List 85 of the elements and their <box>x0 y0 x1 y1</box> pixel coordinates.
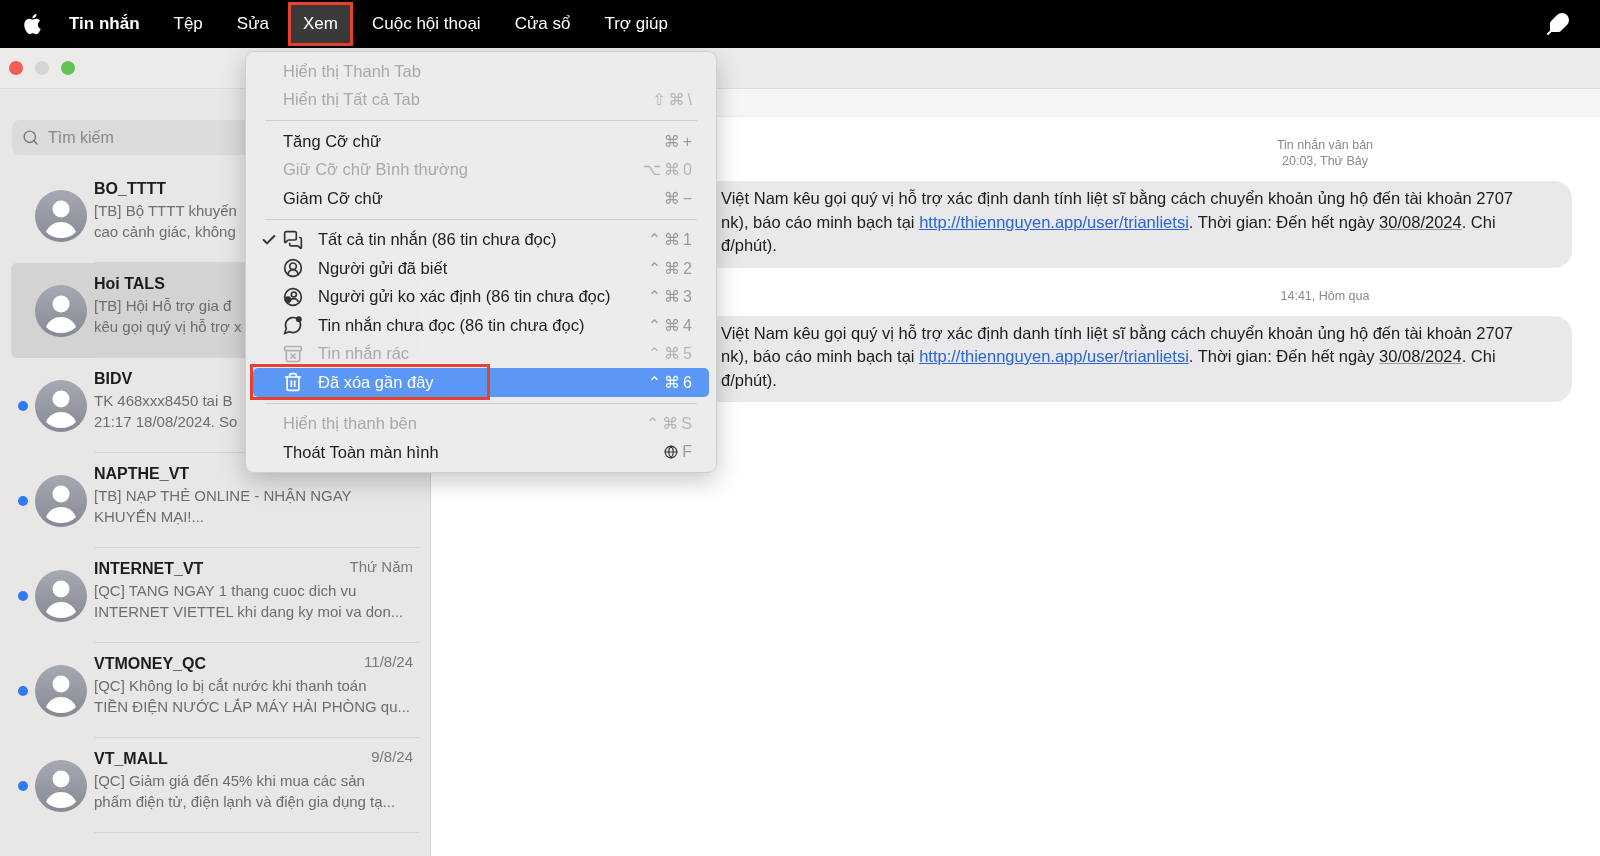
avatar-icon <box>35 284 87 337</box>
sender-name: NAPTHE_VT <box>94 464 190 484</box>
menu-item-label: Giảm Cỡ chữ <box>283 188 384 208</box>
url-link[interactable]: http://thiennguyen.app/user/trianlietsi <box>919 347 1189 365</box>
url-link[interactable]: http://thiennguyen.app/user/trianlietsi <box>919 212 1189 231</box>
menu-item-label: Thoát Toàn màn hình <box>283 442 440 462</box>
trash-icon <box>283 372 303 393</box>
avatar-icon <box>35 379 87 432</box>
keyboard-shortcut: ⌃⌘1 <box>647 230 695 250</box>
menu-bar-item[interactable]: Trợ giúp <box>589 2 683 46</box>
menu-item[interactable]: Giảm Cỡ chữ ⌘− <box>253 184 709 213</box>
conversation-item[interactable]: INTERNET_VT Thứ Năm [QC] TANG NGAY 1 thang cuoc dich vu INTERNET VIETTEL khi dang ky moi va don... <box>11 548 419 643</box>
menu-item[interactable]: Tất cả tin nhắn (86 tin chưa đọc) ⌃⌘1 <box>253 225 709 254</box>
avatar-icon <box>35 569 87 622</box>
message-preview: [QC] Không lo bị cắt nước khi thanh toán <box>94 676 367 696</box>
timestamp: 14:41, Hôm qua <box>1280 287 1370 304</box>
user-question-icon <box>283 286 303 307</box>
menu-bar-item[interactable]: Tệp <box>158 2 218 46</box>
menu-item-label: Hiển thị Tất cả Tab <box>283 90 421 110</box>
timestamp: Tin nhắn văn bản <box>1276 137 1374 153</box>
message-preview: kêu gọi quý vị hỗ trợ x <box>94 317 242 337</box>
message-preview: [QC] TANG NGAY 1 thang cuoc dich vu <box>94 581 357 601</box>
message-date: 9/8/24 <box>371 748 413 765</box>
message-text: đ/phút). <box>721 369 778 391</box>
message-preview: INTERNET VIETTEL khi dang ky moi va don... <box>94 602 404 622</box>
menu-item-label: Đã xóa gần đây <box>318 372 435 392</box>
menu-bar-item[interactable]: Tin nhắn <box>54 2 155 46</box>
sender-name: VTMONEY_QC <box>94 654 206 674</box>
message-preview: [TB] NẠP THẺ ONLINE - NHẬN NGAY <box>94 486 352 506</box>
message-preview: cao cảnh giác, không <box>94 222 236 242</box>
sender-name: BO_TTTT <box>94 179 166 199</box>
keyboard-shortcut: ⌃⌘3 <box>647 287 695 307</box>
message-date: Thứ Năm <box>349 558 413 575</box>
date-link[interactable]: 30/08/2024 <box>1379 212 1462 231</box>
message-preview: TIỀN ĐIỆN NƯỚC LẮP MÁY HẢI PHÒNG qu... <box>94 697 411 717</box>
sender-name: BIDV <box>94 369 133 389</box>
message-preview: TK 468xxx8450 tai B <box>94 391 233 411</box>
message-text: nk), báo cáo minh bạch tại http://thiennguyen.app/user/trianlietsi. Thời gian: Đến hết ngày 30/08/2024. Chi <box>721 211 1497 233</box>
sender-name: INTERNET_VT <box>94 559 204 579</box>
zoom-button[interactable] <box>61 61 75 75</box>
keyboard-shortcut: ⌃⌘2 <box>647 258 695 278</box>
message-preview: 21:17 18/08/2024. So <box>94 412 238 432</box>
avatar-icon <box>35 759 87 812</box>
chat-bubbles-icon <box>283 229 303 250</box>
keyboard-shortcut: ⇧⌘\ <box>652 90 695 110</box>
message-preview: [TB] Bộ TTTT khuyến <box>94 201 237 221</box>
menu-item-label: Tăng Cỡ chữ <box>283 131 382 151</box>
sender-name: Hoi TALS <box>94 274 165 294</box>
conversation-item[interactable]: VTMONEY_QC 11/8/24 [QC] Không lo bị cắt nước khi thanh toán TIỀN ĐIỆN NƯỚC LẮP MÁY HẢI PHÒNG qu... <box>11 643 419 738</box>
feather-icon[interactable] <box>1546 12 1570 36</box>
apple-logo-icon[interactable] <box>22 13 42 35</box>
keyboard-shortcut: ⌃⌘4 <box>647 315 695 335</box>
search-icon <box>22 129 39 146</box>
keyboard-shortcut: ⌃⌘6 <box>647 372 695 392</box>
menu-item-label: Hiển thị Thanh Tab <box>283 61 422 81</box>
message-preview: [QC] Giảm giá đến 45% khi mua các sản <box>94 771 365 791</box>
message-date: 11/8/24 <box>364 653 413 670</box>
message-text: nk), báo cáo minh bạch tại http://thiennguyen.app/user/trianlietsi. Thời gian: Đến hết ngày 30/08/2024. Chi <box>721 346 1497 367</box>
message-text: Việt Nam kêu gọi quý vị hỗ trợ xác định danh tính liệt sĩ bằng cách chuyển khoản ủng hộ đến tài khoản 2707 <box>721 188 1515 209</box>
message-preview: [TB] Hội Hỗ trợ gia đ <box>94 296 232 316</box>
keyboard-shortcut: ⌘− <box>663 188 695 208</box>
message-text: đ/phút). <box>721 235 778 256</box>
timestamp: 20:03, Thứ Bảy <box>1282 153 1368 169</box>
avatar-icon <box>35 664 87 717</box>
menu-bar-item[interactable]: Cửa sổ <box>499 2 586 46</box>
message-preview: KHUYẾN MẠI!... <box>94 507 205 527</box>
menu-item-label: Giữ Cỡ chữ Bình thường <box>283 160 469 180</box>
close-button[interactable] <box>9 61 23 75</box>
sender-name: VT_MALL <box>94 749 168 769</box>
menu-bar-item[interactable]: Sửa <box>221 2 284 46</box>
junk-box-icon <box>283 343 303 364</box>
menu-bar-item[interactable]: Xem <box>288 2 353 46</box>
keyboard-shortcut: F <box>682 443 695 462</box>
avatar-icon <box>35 474 87 527</box>
keyboard-shortcut: ⌘+ <box>663 131 695 151</box>
conversation-item[interactable]: VT_MALL 9/8/24 [QC] Giảm giá đến 45% khi mua các sản phẩm điện tử, điện lạnh và điện gia dụng tạ... <box>11 738 419 833</box>
avatar-icon <box>35 189 87 242</box>
user-circle-icon <box>283 258 303 279</box>
message-text: Việt Nam kêu gọi quý vị hỗ trợ xác định danh tính liệt sĩ bằng cách chuyển khoản ủng hộ đến tài khoản 2707 <box>721 322 1515 344</box>
date-link[interactable]: 30/08/2024 <box>1379 347 1462 365</box>
menu-bar-item[interactable]: Cuộc hội thoại <box>356 2 496 46</box>
menu-item-label: Hiển thị thanh bên <box>283 414 418 434</box>
menu-item[interactable]: Thoát Toàn màn hình F <box>253 438 709 467</box>
message-preview: phẩm điện tử, điện lạnh và điện gia dụng tạ... <box>94 792 396 812</box>
menu-item-label: Tất cả tin nhắn (86 tin chưa đọc) <box>318 230 558 250</box>
